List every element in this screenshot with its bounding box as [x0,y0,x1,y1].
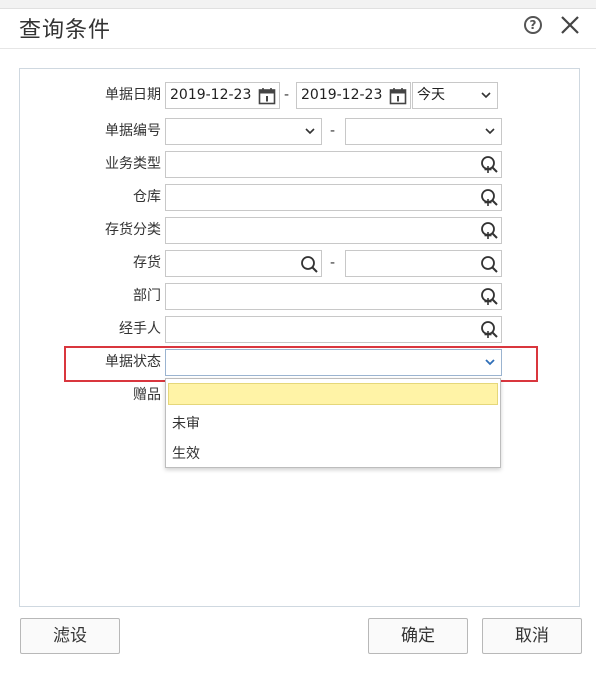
row-doc-date: 单据日期 2019-12-23 - 2019-12-23 今天 [0,82,596,109]
label-biz-type: 业务类型 [105,156,161,172]
chevron-down-icon [485,128,495,135]
calendar-icon[interactable] [258,87,276,105]
label-inventory-class: 存货分类 [105,222,161,238]
query-dialog: 查询条件 ? 单据日期 2019-12-23 - 2019-12-23 今天 单… [0,0,596,688]
search-icon[interactable] [479,254,499,274]
inventory-separator: - [330,255,336,271]
row-biz-type: 业务类型 [0,151,596,178]
row-doc-no: 单据编号 - [0,118,596,145]
lookup-plus-icon[interactable] [479,155,499,175]
chevron-down-icon [305,128,315,135]
background-window-strip [0,0,596,9]
status-dropdown-list: 未审 生效 [165,378,501,468]
row-department: 部门 [0,283,596,310]
row-warehouse: 仓库 [0,184,596,211]
date-from-value: 2019-12-23 [170,87,252,103]
close-icon[interactable] [558,13,582,37]
dropdown-option-empty[interactable] [168,383,498,405]
date-to-value: 2019-12-23 [301,87,383,103]
date-from-field[interactable]: 2019-12-23 [165,82,280,109]
calendar-icon[interactable] [389,87,407,105]
row-inventory: 存货 - [0,250,596,277]
inventory-to-field[interactable] [345,250,502,277]
highlight-box [64,346,538,382]
lookup-plus-icon[interactable] [479,320,499,340]
dropdown-option-effective[interactable]: 生效 [172,443,200,465]
label-doc-no: 单据编号 [105,123,161,139]
filter-settings-button[interactable]: 滤设 [20,618,120,654]
help-circle-icon[interactable]: ? [524,16,542,34]
warehouse-field[interactable] [165,184,502,211]
date-range-value: 今天 [417,87,445,103]
biz-type-field[interactable] [165,151,502,178]
doc-no-to-select[interactable] [345,118,502,145]
dialog-title: 查询条件 [19,18,112,43]
date-to-field[interactable]: 2019-12-23 [296,82,411,109]
label-doc-date: 单据日期 [105,87,161,103]
lookup-plus-icon[interactable] [479,221,499,241]
dropdown-option-unaudited[interactable]: 未审 [172,413,200,435]
title-divider [0,48,596,49]
department-field[interactable] [165,283,502,310]
inventory-from-field[interactable] [165,250,322,277]
search-icon[interactable] [299,254,319,274]
lookup-plus-icon[interactable] [479,188,499,208]
doc-no-from-select[interactable] [165,118,322,145]
date-range-select[interactable]: 今天 [412,82,498,109]
handler-field[interactable] [165,316,502,343]
lookup-plus-icon[interactable] [479,287,499,307]
inventory-class-field[interactable] [165,217,502,244]
cancel-button[interactable]: 取消 [482,618,582,654]
row-inventory-class: 存货分类 [0,217,596,244]
date-range-separator: - [284,87,290,103]
doc-no-separator: - [330,123,336,139]
confirm-button[interactable]: 确定 [368,618,468,654]
label-handler: 经手人 [119,321,161,337]
chevron-down-icon [481,92,491,99]
row-handler: 经手人 [0,316,596,343]
label-inventory: 存货 [133,255,161,271]
label-department: 部门 [133,288,161,304]
label-warehouse: 仓库 [133,189,161,205]
label-gift: 赠品 [133,387,161,403]
